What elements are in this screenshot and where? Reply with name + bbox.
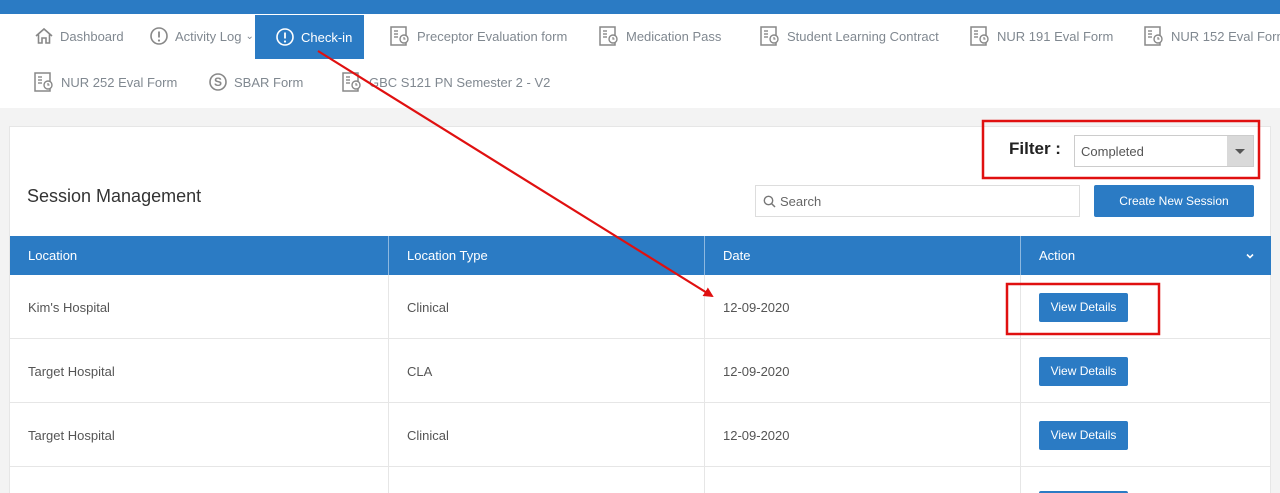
nav-item-nur-191-eval[interactable]: NUR 191 Eval Form: [969, 14, 1113, 58]
cell-date: 12-09-2020: [705, 275, 1021, 339]
form-icon: [342, 72, 361, 92]
nav-item-medication-pass[interactable]: Medication Pass: [598, 14, 721, 58]
search-input[interactable]: [780, 193, 1060, 209]
table-row-partial: [10, 467, 1271, 493]
nav-item-label: Check-in: [301, 29, 353, 45]
dropdown-arrow-icon[interactable]: [1227, 136, 1253, 166]
table-row: Target Hospital Clinical 12-09-2020 View…: [10, 403, 1271, 467]
cell-location-type: Clinical: [389, 403, 705, 467]
view-details-button[interactable]: View Details: [1039, 356, 1128, 386]
cell-location-type: CLA: [389, 339, 705, 403]
cell-action: View Details: [1021, 403, 1271, 467]
home-icon: [35, 27, 53, 44]
nav-item-sbar-form[interactable]: S SBAR Form: [208, 60, 303, 104]
cell-date: 12-09-2020: [705, 403, 1021, 467]
cell-action: View Details: [1021, 339, 1271, 403]
cell-location: Kim's Hospital: [10, 275, 389, 339]
nav-item-activity-log[interactable]: Activity Log ⌄: [149, 14, 254, 58]
create-new-session-button[interactable]: Create New Session: [1094, 185, 1254, 217]
search-icon: [763, 195, 776, 208]
table-header: Location Location Type Date Action: [10, 236, 1271, 275]
cell-action: View Details: [1021, 275, 1271, 339]
cell-date: [705, 467, 1021, 493]
view-details-button[interactable]: View Details: [1039, 420, 1128, 450]
nav-item-label: Medication Pass: [626, 28, 722, 44]
form-icon: [599, 26, 618, 46]
nav-item-label: Student Learning Contract: [787, 28, 939, 44]
nav-item-label: SBAR Form: [234, 74, 304, 90]
chevron-down-icon[interactable]: [1245, 251, 1255, 261]
view-details-button[interactable]: View Details: [1039, 292, 1128, 322]
cell-date: 12-09-2020: [705, 339, 1021, 403]
column-header-location: Location: [10, 236, 389, 275]
nav-item-label: Preceptor Evaluation form: [417, 28, 568, 44]
info-circle-icon: [150, 27, 168, 45]
cell-location: Target Hospital: [10, 339, 389, 403]
form-icon: [1144, 26, 1163, 46]
filter-selected-value: Completed: [1081, 143, 1144, 159]
cell-location-type: [389, 467, 705, 493]
nav-item-label: NUR 152 Eval Form: [1171, 28, 1280, 44]
column-header-label: Action: [1039, 248, 1076, 263]
filter-label: Filter :: [1009, 139, 1061, 158]
nav-item-preceptor-evaluation[interactable]: Preceptor Evaluation form: [389, 14, 567, 58]
nav-item-label: NUR 252 Eval Form: [61, 74, 178, 90]
cell-location-type: Clinical: [389, 275, 705, 339]
chevron-down-icon: ⌄: [245, 30, 254, 42]
nav-item-nur-252-eval[interactable]: NUR 252 Eval Form: [33, 60, 177, 104]
nav-item-label: GBC S121 PN Semester 2 - V2: [369, 74, 551, 90]
nav-item-label: NUR 191 Eval Form: [997, 28, 1114, 44]
nav-item-dashboard[interactable]: Dashboard: [34, 14, 124, 58]
form-icon: [970, 26, 989, 46]
column-header-date: Date: [705, 236, 1021, 275]
form-icon: [34, 72, 53, 92]
nav-item-label: Dashboard: [60, 28, 124, 44]
nav-item-nur-152-eval[interactable]: NUR 152 Eval Form: [1143, 14, 1280, 58]
page-title: Session Management: [27, 186, 202, 206]
sessions-table: Location Location Type Date Action Kim's…: [10, 236, 1271, 493]
cell-location: Target Hospital: [10, 403, 389, 467]
form-icon: [390, 26, 409, 46]
nav-item-gbc-s121[interactable]: GBC S121 PN Semester 2 - V2: [341, 60, 550, 104]
svg-text:S: S: [214, 75, 222, 89]
nav-item-check-in[interactable]: Check-in: [255, 15, 364, 59]
form-icon: [760, 26, 779, 46]
column-header-action[interactable]: Action: [1021, 236, 1271, 275]
column-header-location-type: Location Type: [389, 236, 705, 275]
table-row: Kim's Hospital Clinical 12-09-2020 View …: [10, 275, 1271, 339]
cell-location: [10, 467, 389, 493]
nav-item-student-learning-contract[interactable]: Student Learning Contract: [759, 14, 939, 58]
nav-item-label: Activity Log: [175, 28, 242, 44]
s-circle-icon: S: [209, 73, 227, 91]
top-accent-bar: [0, 0, 1280, 14]
table-row: Target Hospital CLA 12-09-2020 View Deta…: [10, 339, 1271, 403]
main-nav: Dashboard Activity Log ⌄ Check-in Precep…: [0, 14, 1280, 108]
info-circle-icon: [276, 28, 294, 46]
cell-action: [1021, 467, 1271, 493]
filter-select[interactable]: Completed: [1074, 135, 1254, 167]
search-box[interactable]: [755, 185, 1080, 217]
